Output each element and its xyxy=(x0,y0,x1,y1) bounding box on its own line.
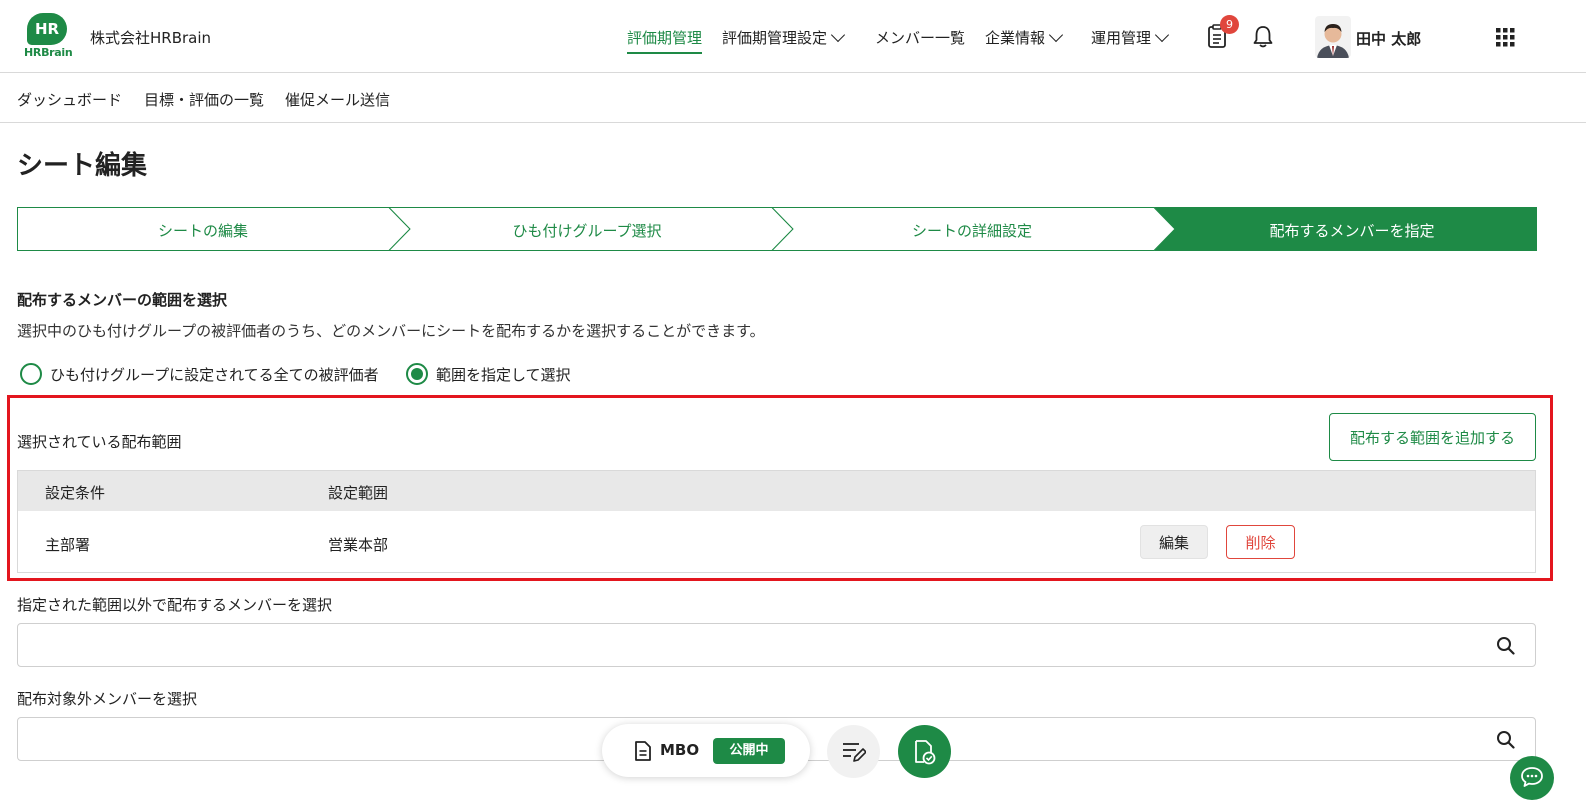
company-name: 株式会社HRBrain xyxy=(90,29,212,47)
chevron-down-icon xyxy=(1154,27,1170,43)
user-name[interactable]: 田中 太郎 xyxy=(1356,28,1421,49)
publish-check-button[interactable] xyxy=(898,725,951,778)
chevron-down-icon xyxy=(1048,27,1064,43)
sub-navigation: ダッシュボード 目標・評価の一覧 催促メール送信 xyxy=(0,73,1586,123)
section-title: 配布するメンバーの範囲を選択 xyxy=(17,291,228,309)
radio-all-evaluatees-label: ひも付けグループに設定されてる全ての被評価者 xyxy=(50,365,379,384)
column-condition: 設定条件 xyxy=(45,484,106,502)
nav-company-info-label: 企業情報 xyxy=(985,29,1046,47)
delete-button[interactable]: 削除 xyxy=(1226,525,1295,559)
table-header: 設定条件 設定範囲 xyxy=(18,471,1535,511)
document-check-icon xyxy=(915,740,936,765)
step-detail-settings[interactable]: シートの詳細設定 xyxy=(782,220,1162,241)
extra-members-input[interactable] xyxy=(28,630,1468,660)
step-sheet-edit[interactable]: シートの編集 xyxy=(17,220,389,241)
radio-specify-range[interactable]: 範囲を指定して選択 xyxy=(406,362,571,386)
nav-evaluation-period[interactable]: 評価期管理 xyxy=(627,27,703,54)
edit-list-icon xyxy=(843,743,866,762)
document-icon xyxy=(635,741,651,761)
app-grid-icon[interactable] xyxy=(1496,28,1515,47)
selected-range-label: 選択されている配布範囲 xyxy=(17,433,182,451)
hrbrain-logo[interactable]: HR HRBrain xyxy=(24,13,73,59)
status-badge: 公開中 xyxy=(713,738,785,764)
chat-icon xyxy=(1521,767,1543,787)
logo-word: HRBrain xyxy=(24,46,73,59)
nav-operations[interactable]: 運用管理 xyxy=(1091,27,1170,48)
extra-members-label: 指定された範囲以外で配布するメンバーを選択 xyxy=(17,596,333,614)
subnav-goals-list[interactable]: 目標・評価の一覧 xyxy=(144,89,264,110)
chat-support-button[interactable] xyxy=(1510,756,1554,800)
subnav-reminder-mail[interactable]: 催促メール送信 xyxy=(285,89,390,110)
step-group-select[interactable]: ひも付けグループ選択 xyxy=(397,220,777,241)
nav-evaluation-settings[interactable]: 評価期管理設定 xyxy=(722,27,846,48)
nav-operations-label: 運用管理 xyxy=(1091,29,1152,47)
row-scope: 営業本部 xyxy=(328,536,389,554)
bell-icon[interactable] xyxy=(1252,25,1274,49)
top-header: HR HRBrain 株式会社HRBrain 評価期管理 評価期管理設定 メンバ… xyxy=(0,0,1586,73)
sheet-type-label: MBO xyxy=(660,741,700,759)
step-indicator: シートの編集 ひも付けグループ選択 シートの詳細設定 配布するメンバーを指定 xyxy=(17,207,1537,251)
subnav-dashboard[interactable]: ダッシュボード xyxy=(17,89,122,110)
step-assign-members[interactable]: 配布するメンバーを指定 xyxy=(1167,220,1537,241)
logo-mark: HR xyxy=(27,13,67,45)
notification-badge: 9 xyxy=(1220,15,1239,34)
chevron-down-icon xyxy=(830,27,846,43)
search-icon[interactable] xyxy=(1496,730,1515,749)
nav-member-list[interactable]: メンバー一覧 xyxy=(875,27,965,48)
avatar[interactable] xyxy=(1315,16,1351,58)
radio-specify-range-label: 範囲を指定して選択 xyxy=(436,365,571,384)
range-table: 設定条件 設定範囲 主部署 営業本部 編集 削除 xyxy=(17,470,1536,573)
edit-button[interactable]: 編集 xyxy=(1140,525,1208,559)
column-scope: 設定範囲 xyxy=(328,484,389,502)
add-range-button[interactable]: 配布する範囲を追加する xyxy=(1329,413,1536,461)
page-title: シート編集 xyxy=(17,151,148,181)
radio-circle-selected xyxy=(406,363,428,385)
radio-circle xyxy=(20,363,42,385)
edit-list-button[interactable] xyxy=(827,725,880,778)
radio-all-evaluatees[interactable]: ひも付けグループに設定されてる全ての被評価者 xyxy=(20,362,379,386)
search-icon[interactable] xyxy=(1496,636,1515,655)
row-condition: 主部署 xyxy=(45,536,91,554)
extra-members-field[interactable] xyxy=(17,623,1536,667)
sheet-status-bar[interactable]: MBO 公開中 xyxy=(602,724,810,777)
section-description: 選択中のひも付けグループの被評価者のうち、どのメンバーにシートを配布するかを選択… xyxy=(17,322,765,340)
excluded-members-label: 配布対象外メンバーを選択 xyxy=(17,690,198,708)
nav-company-info[interactable]: 企業情報 xyxy=(985,27,1064,48)
nav-evaluation-settings-label: 評価期管理設定 xyxy=(722,29,828,47)
